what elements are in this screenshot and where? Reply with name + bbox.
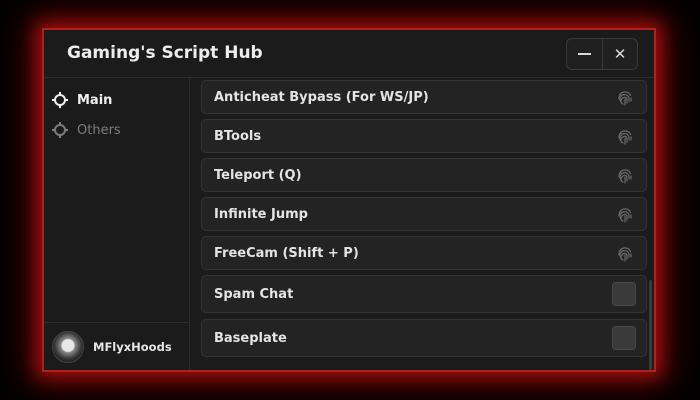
script-row-spam-chat[interactable]: Spam Chat xyxy=(201,275,647,313)
avatar xyxy=(52,330,84,363)
crosshair-icon xyxy=(52,122,68,138)
close-icon: ✕ xyxy=(613,44,627,63)
script-label: Infinite Jump xyxy=(214,206,308,222)
fingerprint-icon[interactable] xyxy=(616,206,634,224)
sidebar-item-label: Main xyxy=(77,92,113,108)
fingerprint-icon[interactable] xyxy=(616,167,634,185)
script-label: Anticheat Bypass (For WS/JP) xyxy=(214,89,429,105)
sidebar-item-others[interactable]: Others xyxy=(52,118,182,142)
sidebar-item-main[interactable]: Main xyxy=(52,88,182,112)
spam-chat-toggle[interactable] xyxy=(612,282,636,306)
window-controls: ✕ xyxy=(566,38,638,70)
username: MFlyxHoods xyxy=(93,339,172,354)
fingerprint-icon[interactable] xyxy=(616,245,634,263)
script-label: FreeCam (Shift + P) xyxy=(214,245,359,261)
crosshair-icon xyxy=(52,92,68,108)
script-list[interactable]: Anticheat Bypass (For WS/JP) BTools Tele… xyxy=(191,78,654,370)
close-button[interactable]: ✕ xyxy=(601,39,637,69)
script-label: Spam Chat xyxy=(214,286,294,302)
script-row-baseplate[interactable]: Baseplate xyxy=(201,319,647,357)
scrollbar[interactable] xyxy=(649,280,652,370)
script-label: BTools xyxy=(214,128,262,144)
script-row-anticheat-bypass[interactable]: Anticheat Bypass (For WS/JP) xyxy=(201,80,647,114)
minimize-icon xyxy=(577,53,591,55)
sidebar: Main Others MFlyxHoods xyxy=(44,78,190,370)
script-hub-window: Gaming's Script Hub ✕ Main Others MFlyxH… xyxy=(44,30,654,370)
window-title: Gaming's Script Hub xyxy=(67,43,263,63)
sidebar-item-label: Others xyxy=(77,122,121,138)
user-profile: MFlyxHoods xyxy=(44,322,190,370)
script-row-btools[interactable]: BTools xyxy=(201,119,647,153)
baseplate-toggle[interactable] xyxy=(612,326,636,350)
script-row-teleport[interactable]: Teleport (Q) xyxy=(201,158,647,192)
fingerprint-icon[interactable] xyxy=(616,128,634,146)
title-bar[interactable]: Gaming's Script Hub ✕ xyxy=(44,30,654,78)
script-label: Baseplate xyxy=(214,330,287,346)
fingerprint-icon[interactable] xyxy=(616,89,634,107)
minimize-button[interactable] xyxy=(567,39,602,69)
script-row-freecam[interactable]: FreeCam (Shift + P) xyxy=(201,236,647,270)
script-label: Teleport (Q) xyxy=(214,167,302,183)
script-row-infinite-jump[interactable]: Infinite Jump xyxy=(201,197,647,231)
